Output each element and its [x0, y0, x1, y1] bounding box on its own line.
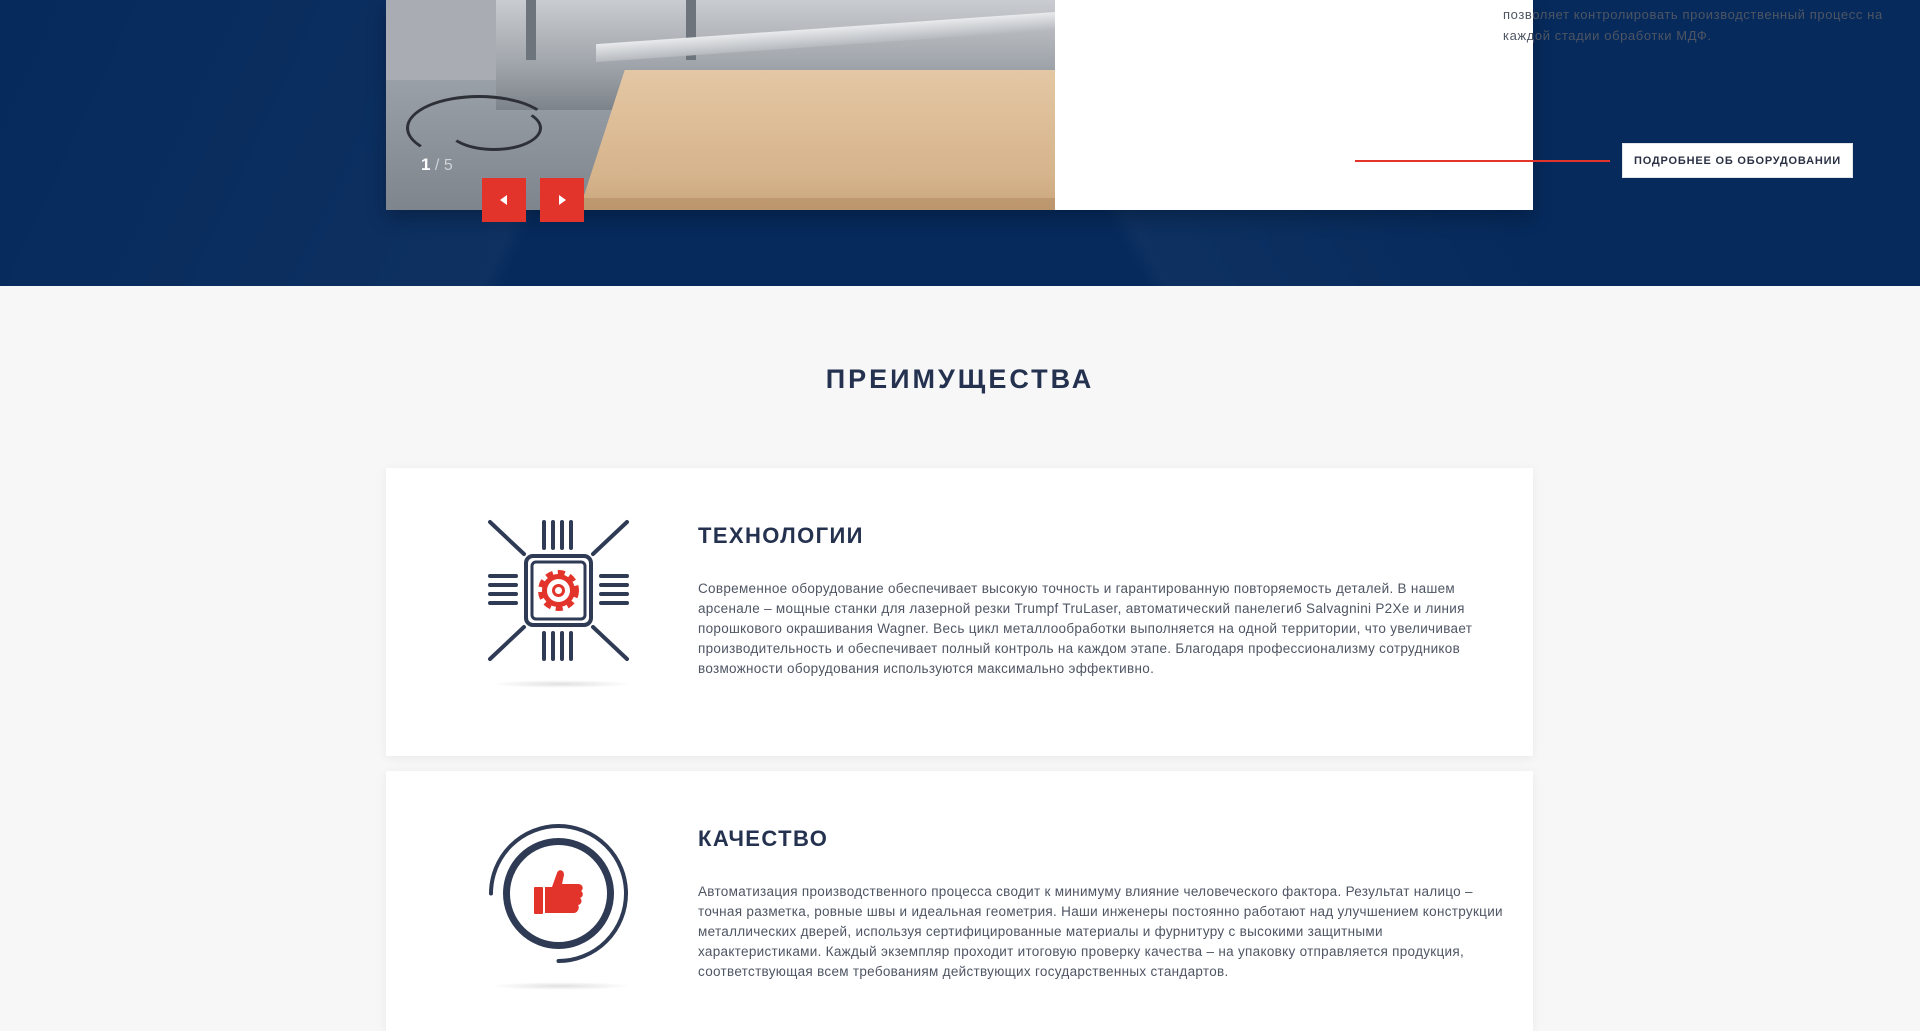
decorative-red-line	[1355, 160, 1610, 162]
icon-shadow	[490, 680, 632, 688]
equipment-section: позволяет контролировать производственны…	[0, 0, 1920, 286]
slider-next-button[interactable]	[540, 178, 584, 222]
advantage-text: Автоматизация производственного процесса…	[698, 884, 1503, 979]
slider-prev-button[interactable]	[482, 178, 526, 222]
more-about-equipment-button[interactable]: ПОДРОБНЕЕ ОБ ОБОРУДОВАНИИ	[1622, 143, 1853, 178]
slide-description: позволяет контролировать производственны…	[1503, 7, 1883, 43]
thumbs-up-icon	[489, 824, 628, 963]
advantage-card-quality: КАЧЕСТВО Автоматизация производственного…	[386, 771, 1533, 1031]
advantage-title: ТЕХНОЛОГИИ	[698, 523, 864, 548]
advantages-title: ПРЕИМУЩЕСТВА	[825, 364, 1095, 394]
slide-counter-total: / 5	[434, 157, 453, 174]
chip-gear-icon	[488, 520, 629, 661]
slide-counter-current: 1	[421, 155, 431, 174]
arrow-left-icon	[500, 195, 507, 205]
advantage-text: Современное оборудование обеспечивает вы…	[698, 581, 1473, 676]
arrow-right-icon	[559, 195, 566, 205]
advantage-title: КАЧЕСТВО	[698, 826, 829, 851]
advantage-card-technology: ТЕХНОЛОГИИ Современное оборудование обес…	[386, 468, 1533, 756]
icon-shadow	[490, 982, 632, 990]
slide-counter: 1 / 5	[421, 155, 453, 175]
